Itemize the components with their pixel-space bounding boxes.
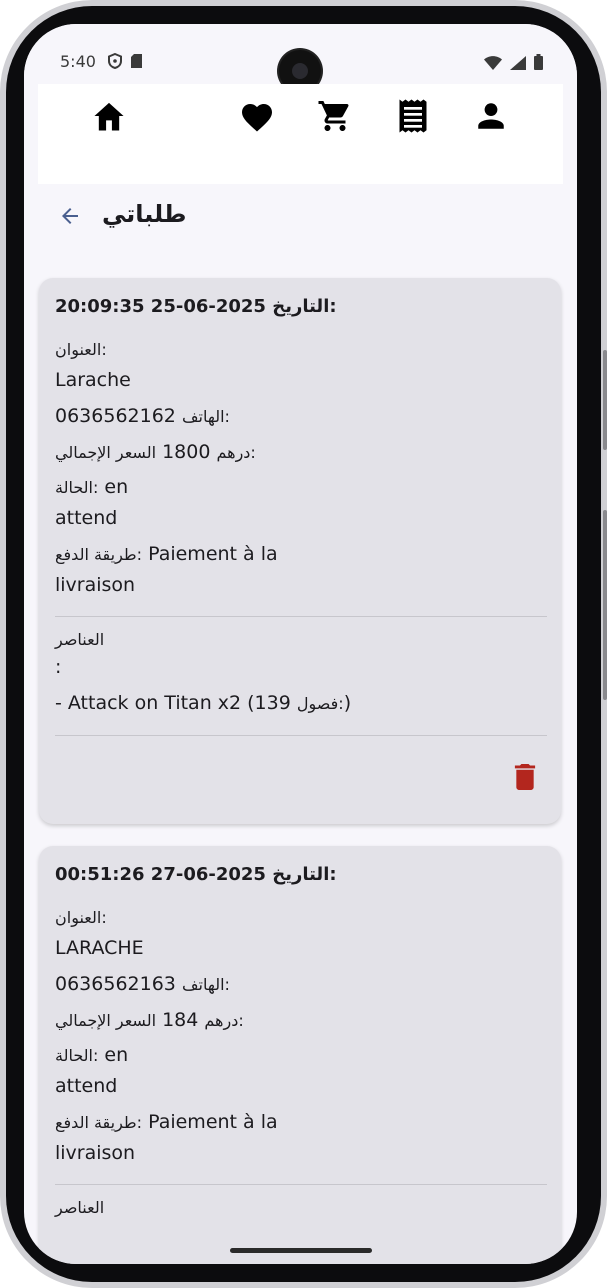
orders-button[interactable]	[393, 96, 433, 136]
order-status: الحالة: en	[55, 476, 128, 498]
screen: 5:40 طلباتي 20:09:35 25-06-2025 التاريخ:…	[24, 24, 577, 1264]
status-time: 5:40	[60, 52, 96, 71]
status-label: الحالة:	[55, 1046, 99, 1065]
order-status-cont: attend	[55, 507, 118, 529]
item-close-paren: )	[343, 692, 352, 714]
order-phone: 0636562162 الهاتف:	[55, 405, 230, 427]
order-payment: طريقة الدفع: Paiement à la	[55, 1111, 278, 1133]
shield-icon	[108, 52, 122, 73]
order-date: 20:09:35 25-06-2025 التاريخ:	[55, 296, 337, 317]
item-text: - Attack on Titan x2 (139	[55, 692, 291, 714]
wifi-icon	[484, 55, 502, 74]
order-card: 00:51:26 27-06-2025 التاريخ: العنوان: LA…	[39, 846, 561, 1264]
order-total: درهم 184 السعر الإجمالي:	[55, 1009, 244, 1031]
order-date-value: 20:09:35 25-06-2025	[55, 296, 266, 317]
order-card: 20:09:35 25-06-2025 التاريخ: العنوان: La…	[39, 278, 561, 824]
order-total: درهم 1800 السعر الإجمالي:	[55, 441, 256, 463]
divider	[55, 735, 547, 736]
order-address-label: العنوان:	[55, 340, 107, 359]
payment-label: طريقة الدفع:	[55, 1113, 143, 1132]
sd-card-icon	[130, 53, 143, 73]
order-phone: 0636562163 الهاتف:	[55, 973, 230, 995]
divider	[55, 1184, 547, 1185]
top-nav-bar	[38, 84, 563, 184]
order-date-value: 00:51:26 27-06-2025	[55, 864, 266, 885]
order-payment: طريقة الدفع: Paiement à la	[55, 543, 278, 565]
currency-label: درهم	[216, 443, 251, 462]
order-status-value: en	[104, 1044, 129, 1066]
cart-icon	[318, 101, 349, 131]
order-payment-value: Paiement à la	[148, 543, 278, 565]
battery-icon	[534, 54, 543, 74]
order-date: 00:51:26 27-06-2025 التاريخ:	[55, 864, 337, 885]
order-phone-value: 0636562162	[55, 405, 176, 427]
order-phone-value: 0636562163	[55, 973, 176, 995]
order-address-value: LARACHE	[55, 937, 144, 959]
chapters-label: فصول:	[296, 694, 344, 713]
status-label: الحالة:	[55, 478, 99, 497]
order-total-value: 184	[162, 1009, 199, 1031]
status-bar: 5:40	[24, 24, 577, 92]
arrow-back-icon	[62, 208, 78, 224]
home-indicator[interactable]	[230, 1248, 372, 1253]
favorites-button[interactable]	[237, 96, 277, 136]
currency-label: درهم	[204, 1011, 239, 1030]
order-status-value: en	[104, 476, 129, 498]
order-status: الحالة: en	[55, 1044, 128, 1066]
signal-icon	[510, 55, 526, 74]
date-label: التاريخ:	[272, 864, 337, 885]
home-icon	[94, 102, 124, 131]
order-payment-cont: livraison	[55, 1142, 136, 1164]
order-address-value: Larache	[55, 369, 131, 391]
phone-label: الهاتف:	[181, 975, 230, 994]
order-address-label: العنوان:	[55, 908, 107, 927]
delete-order-button[interactable]	[505, 757, 545, 797]
trash-icon	[514, 764, 536, 790]
home-button[interactable]	[89, 96, 129, 136]
items-colon: :	[55, 656, 62, 678]
list-item: - Attack on Titan x2 (139 فصول:)	[55, 692, 351, 714]
order-total-value: 1800	[162, 441, 211, 463]
profile-button[interactable]	[471, 96, 511, 136]
items-label: العناصر	[55, 1198, 105, 1217]
cart-button[interactable]	[315, 96, 355, 136]
page-title: طلباتي	[102, 200, 187, 228]
volume-button	[603, 510, 607, 700]
order-status-cont: attend	[55, 1075, 118, 1097]
back-button[interactable]	[54, 200, 86, 232]
payment-label: طريقة الدفع:	[55, 545, 143, 564]
person-icon	[478, 103, 504, 129]
order-payment-cont: livraison	[55, 574, 136, 596]
page-header: طلباتي	[24, 190, 577, 242]
items-label: العناصر	[55, 630, 105, 649]
power-button	[603, 350, 607, 450]
phone-label: الهاتف:	[181, 407, 230, 426]
divider	[55, 616, 547, 617]
receipt-icon	[399, 99, 427, 133]
phone-frame: 5:40 طلباتي 20:09:35 25-06-2025 التاريخ:…	[0, 0, 607, 1288]
heart-icon	[242, 104, 272, 132]
date-label: التاريخ:	[272, 296, 337, 317]
order-payment-value: Paiement à la	[148, 1111, 278, 1133]
